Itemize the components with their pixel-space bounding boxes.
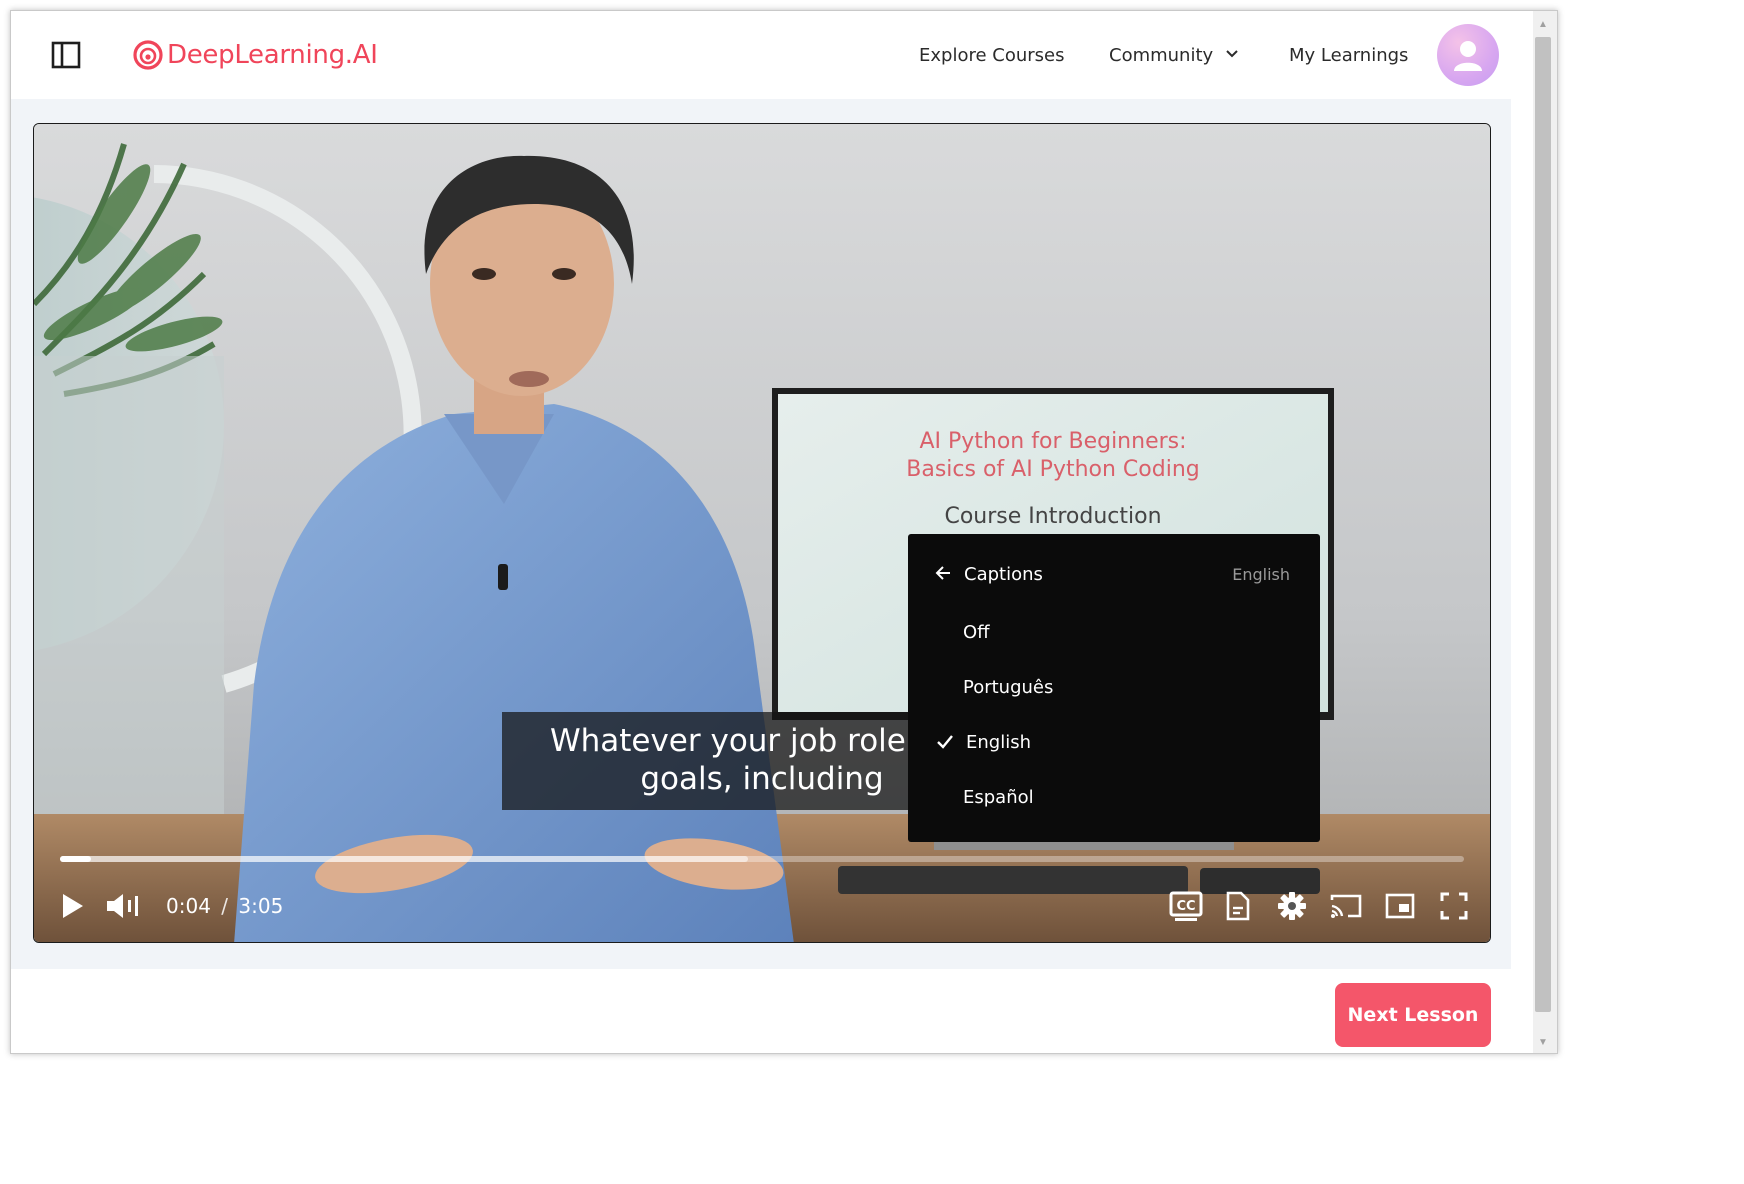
scroll-up-arrow-icon[interactable]: ▲: [1533, 15, 1553, 33]
progress-played: [60, 856, 91, 862]
video-player[interactable]: AI Python for Beginners: Basics of AI Py…: [33, 123, 1491, 943]
next-lesson-button[interactable]: Next Lesson: [1335, 983, 1491, 1047]
captions-menu-title: Captions: [964, 564, 1043, 585]
sidebar-toggle-icon[interactable]: [51, 41, 81, 69]
progress-bar[interactable]: [60, 856, 1464, 862]
volume-icon: [107, 894, 138, 918]
slide-title: AI Python for Beginners: Basics of AI Py…: [778, 428, 1328, 484]
nav-community[interactable]: Community: [1109, 45, 1239, 66]
logo-mark-icon: [133, 40, 163, 70]
time-display: 0:04 / 3:05: [166, 894, 283, 918]
slide-title-line1: AI Python for Beginners:: [919, 429, 1187, 454]
transcript-button[interactable]: [1218, 886, 1258, 926]
fullscreen-button[interactable]: [1434, 886, 1474, 926]
user-icon: [1454, 41, 1482, 71]
play-icon: [63, 894, 83, 918]
caption-option-label: English: [966, 732, 1031, 753]
captions-button[interactable]: CC: [1166, 886, 1206, 926]
chevron-down-icon: [1226, 50, 1238, 58]
cast-button[interactable]: [1326, 886, 1366, 926]
cast-icon: [1330, 894, 1362, 918]
fullscreen-icon: [1440, 892, 1468, 920]
caption-option-label: Português: [963, 677, 1054, 698]
nav-my-learnings[interactable]: My Learnings: [1289, 45, 1408, 66]
caption-option-label: Off: [963, 622, 990, 643]
current-time: 0:04: [166, 894, 211, 918]
duration: 3:05: [238, 894, 284, 918]
avatar[interactable]: [1437, 24, 1499, 86]
captions-menu-current: English: [1232, 565, 1290, 584]
play-button[interactable]: [52, 886, 92, 926]
time-separator: /: [221, 894, 229, 918]
settings-button[interactable]: [1272, 886, 1312, 926]
captions-menu: Captions English Off Português English E…: [908, 534, 1320, 842]
gear-icon: [1278, 892, 1306, 920]
caption-option-label: Español: [963, 787, 1034, 808]
svg-text:CC: CC: [1176, 899, 1195, 914]
scrollbar-thumb[interactable]: [1535, 37, 1551, 1012]
logo-text: DeepLearning.AI: [167, 40, 378, 70]
caption-option-espanol[interactable]: Español: [908, 775, 1320, 821]
top-navbar: DeepLearning.AI Explore Courses Communit…: [11, 11, 1511, 99]
caption-option-off[interactable]: Off: [908, 610, 1320, 656]
arrow-left-icon: [935, 566, 950, 580]
picture-in-picture-icon: [1385, 893, 1415, 919]
scroll-down-arrow-icon[interactable]: ▼: [1533, 1033, 1553, 1051]
document-icon: [1226, 891, 1250, 921]
volume-button[interactable]: [104, 886, 144, 926]
nav-explore-courses[interactable]: Explore Courses: [919, 45, 1065, 66]
browser-window: DeepLearning.AI Explore Courses Communit…: [10, 10, 1558, 1054]
captions-menu-back[interactable]: Captions English: [908, 556, 1320, 596]
slide-title-line2: Basics of AI Python Coding: [906, 457, 1200, 482]
progress-buffered: [60, 856, 748, 862]
checkmark-icon: [937, 735, 953, 749]
caption-option-english[interactable]: English: [908, 720, 1320, 766]
nav-community-label: Community: [1109, 45, 1214, 66]
closed-captions-icon: CC: [1169, 891, 1203, 921]
logo[interactable]: DeepLearning.AI: [133, 37, 378, 73]
lesson-footer: Next Lesson: [11, 969, 1511, 1053]
caption-option-portugues[interactable]: Português: [908, 665, 1320, 711]
slide-subtitle: Course Introduction: [944, 504, 1162, 529]
picture-in-picture-button[interactable]: [1380, 886, 1420, 926]
